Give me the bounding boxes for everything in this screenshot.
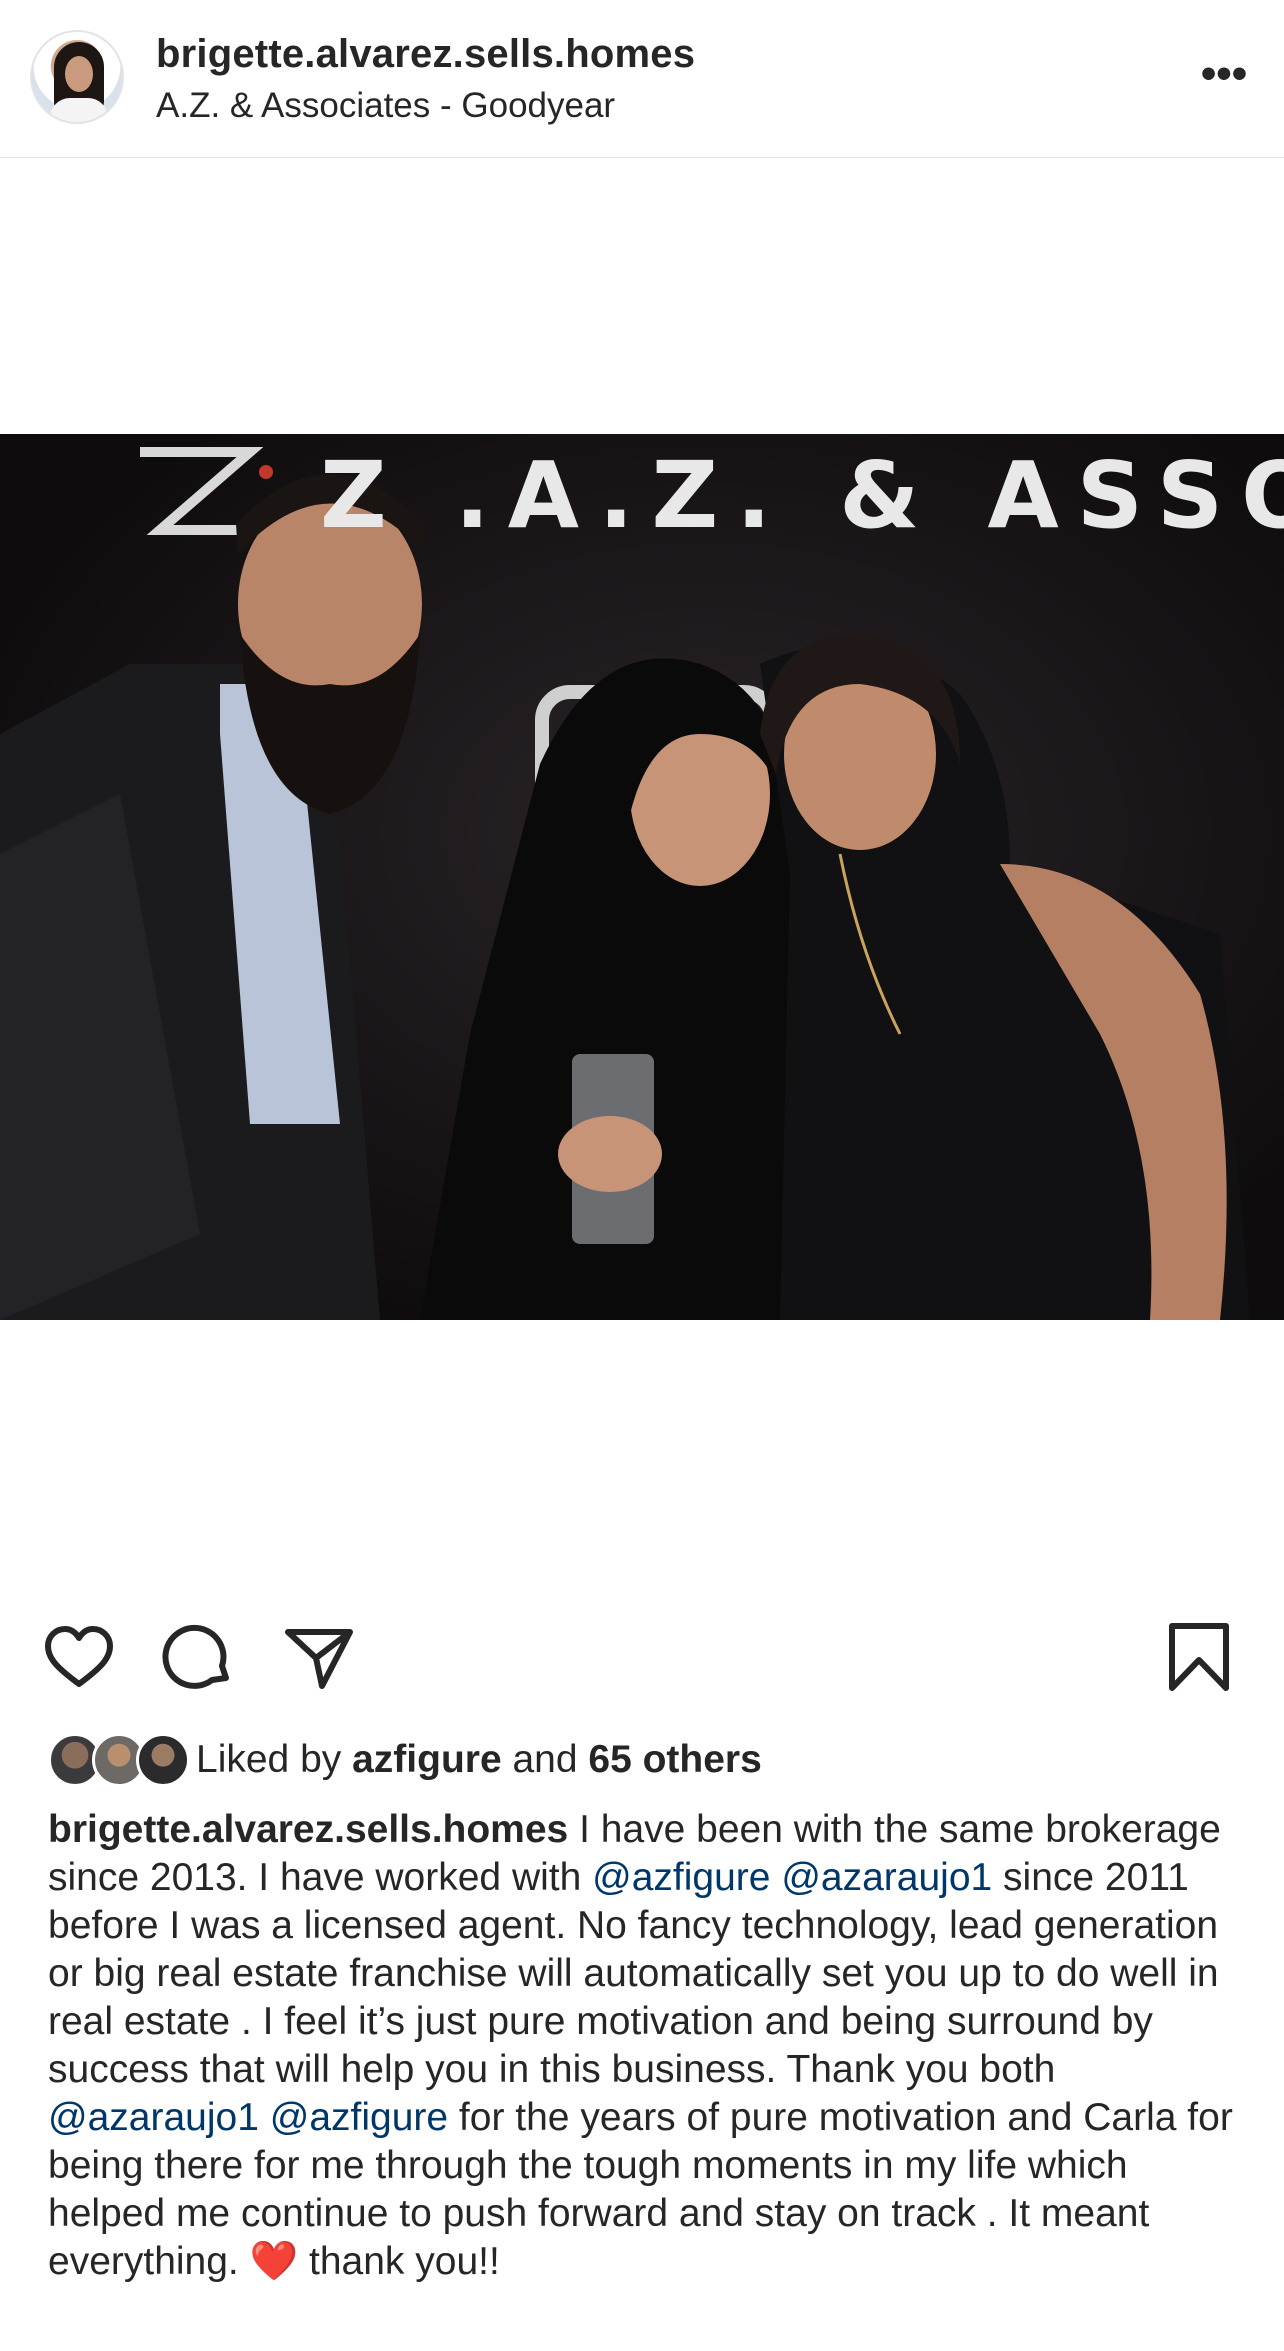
avatar-face	[65, 56, 93, 92]
caption-mention[interactable]: @azaraujo1	[781, 1856, 992, 1899]
post-username[interactable]: brigette.alvarez.sells.homes	[156, 32, 695, 77]
likes-summary[interactable]: Liked by azfigure and 65 others	[48, 1732, 762, 1788]
caption-mention[interactable]: @azfigure	[270, 2096, 448, 2139]
post-header: brigette.alvarez.sells.homes A.Z. & Asso…	[0, 0, 1284, 158]
caption-username[interactable]: brigette.alvarez.sells.homes	[48, 1808, 568, 1851]
likes-user-link[interactable]: azfigure	[352, 1738, 502, 1782]
post-photo[interactable]: Z .A.Z. & ASSOCIATES	[0, 434, 1284, 1320]
heart-emoji-icon: ❤️	[249, 2240, 299, 2283]
liker-avatars	[48, 1733, 190, 1787]
caption-mention[interactable]: @azfigure	[592, 1856, 770, 1899]
bookmark-icon[interactable]	[1162, 1620, 1236, 1694]
more-options-icon[interactable]: •••	[1194, 52, 1254, 104]
liker-avatar	[136, 1733, 190, 1787]
likes-others-link[interactable]: 65 others	[588, 1738, 761, 1782]
likes-middle: and	[501, 1738, 589, 1781]
post-caption: brigette.alvarez.sells.homes I have been…	[48, 1806, 1248, 2286]
caption-space	[259, 2096, 270, 2139]
caption-mention[interactable]: @azaraujo1	[48, 2096, 259, 2139]
post-location[interactable]: A.Z. & Associates - Goodyear	[156, 86, 615, 126]
profile-avatar[interactable]	[30, 30, 124, 124]
post-action-bar	[0, 1620, 1284, 1694]
photo-illustration	[0, 434, 1284, 1320]
photo-backdrop-text: Z .A.Z. & ASSOCIATES	[320, 442, 1284, 549]
avatar-shirt	[50, 98, 108, 122]
likes-prefix: Liked by	[196, 1738, 342, 1781]
comment-bubble-icon[interactable]	[162, 1620, 236, 1694]
heart-outline-icon[interactable]	[42, 1620, 116, 1694]
caption-space	[770, 1856, 781, 1899]
caption-text: thank you!!	[298, 2240, 500, 2283]
paper-plane-icon[interactable]	[282, 1620, 356, 1694]
